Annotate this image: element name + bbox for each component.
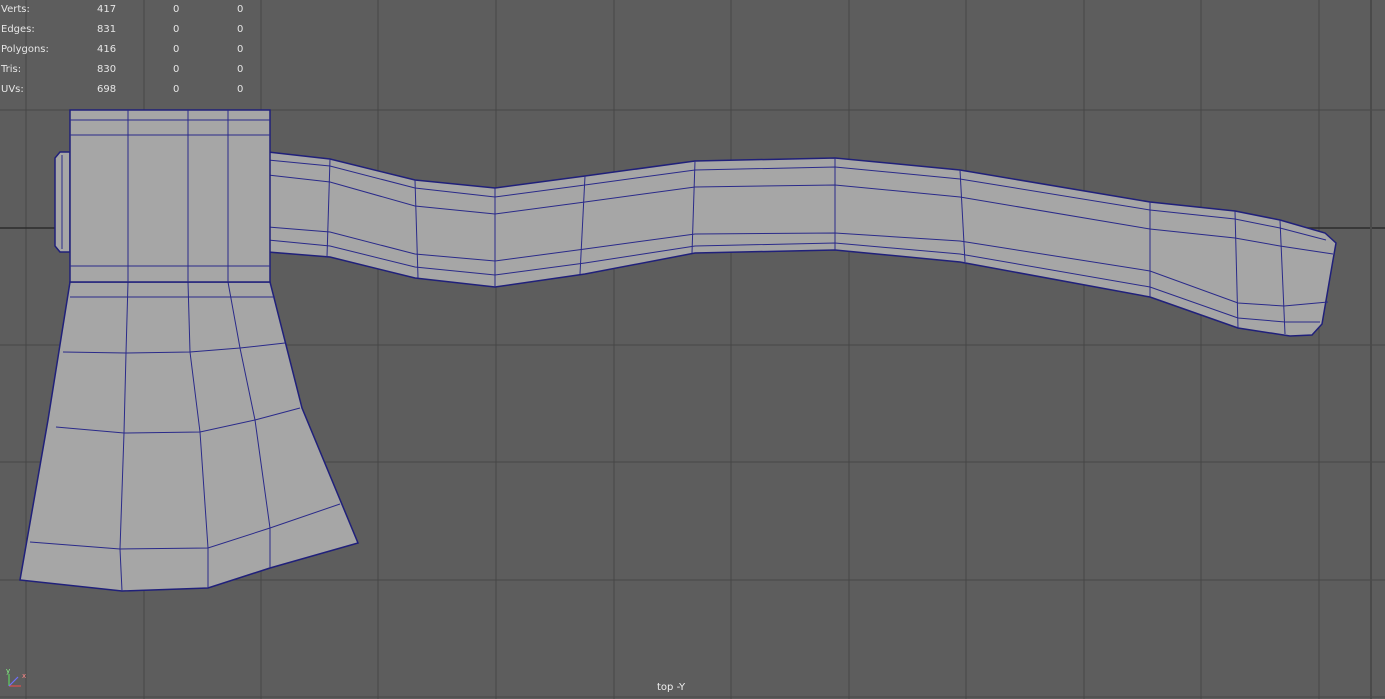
axis-x-label: x — [22, 672, 26, 680]
hud-label: Tris: — [1, 64, 22, 75]
axe-handle[interactable] — [267, 151, 1337, 337]
hud-row: UVs: 698 0 0 — [0, 80, 260, 100]
hud-selected-value: 0 — [173, 84, 180, 95]
axe-back-knob[interactable] — [54, 151, 71, 253]
hud-selected-value: 0 — [173, 64, 180, 75]
hud-selected-value: 0 — [173, 24, 180, 35]
axe-mesh[interactable] — [0, 0, 1385, 699]
axis-y-label: y — [6, 667, 10, 675]
top-viewport[interactable]: Verts: 417 0 0 Edges: 831 0 0 Polygons: 416 0 0 Tris… — [0, 0, 1385, 699]
hud-component-value: 0 — [237, 4, 244, 15]
hud-selected-value: 0 — [173, 44, 180, 55]
hud-label: Edges: — [1, 24, 35, 35]
hud-label: Verts: — [1, 4, 30, 15]
hud-component-value: 0 — [237, 44, 244, 55]
hud-component-value: 0 — [237, 24, 244, 35]
hud-component-value: 0 — [237, 64, 244, 75]
hud-row: Verts: 417 0 0 — [0, 0, 260, 20]
hud-total-value: 831 — [97, 24, 117, 35]
axis-gizmo-icon: y x — [6, 667, 26, 687]
poly-count-hud: Verts: 417 0 0 Edges: 831 0 0 Polygons: 416 0 0 Tris… — [0, 0, 260, 100]
hud-row: Edges: 831 0 0 — [0, 20, 260, 40]
hud-total-value: 830 — [97, 64, 117, 75]
hud-row: Polygons: 416 0 0 — [0, 40, 260, 60]
axe-blade[interactable] — [19, 281, 360, 592]
camera-name-label: top -Y — [657, 682, 686, 693]
hud-label: Polygons: — [1, 44, 49, 55]
hud-total-value: 417 — [97, 4, 117, 15]
axe-head[interactable] — [69, 109, 271, 283]
hud-row: Tris: 830 0 0 — [0, 60, 260, 80]
hud-selected-value: 0 — [173, 4, 180, 15]
hud-label: UVs: — [1, 84, 24, 95]
hud-total-value: 416 — [97, 44, 117, 55]
hud-total-value: 698 — [97, 84, 117, 95]
hud-component-value: 0 — [237, 84, 244, 95]
